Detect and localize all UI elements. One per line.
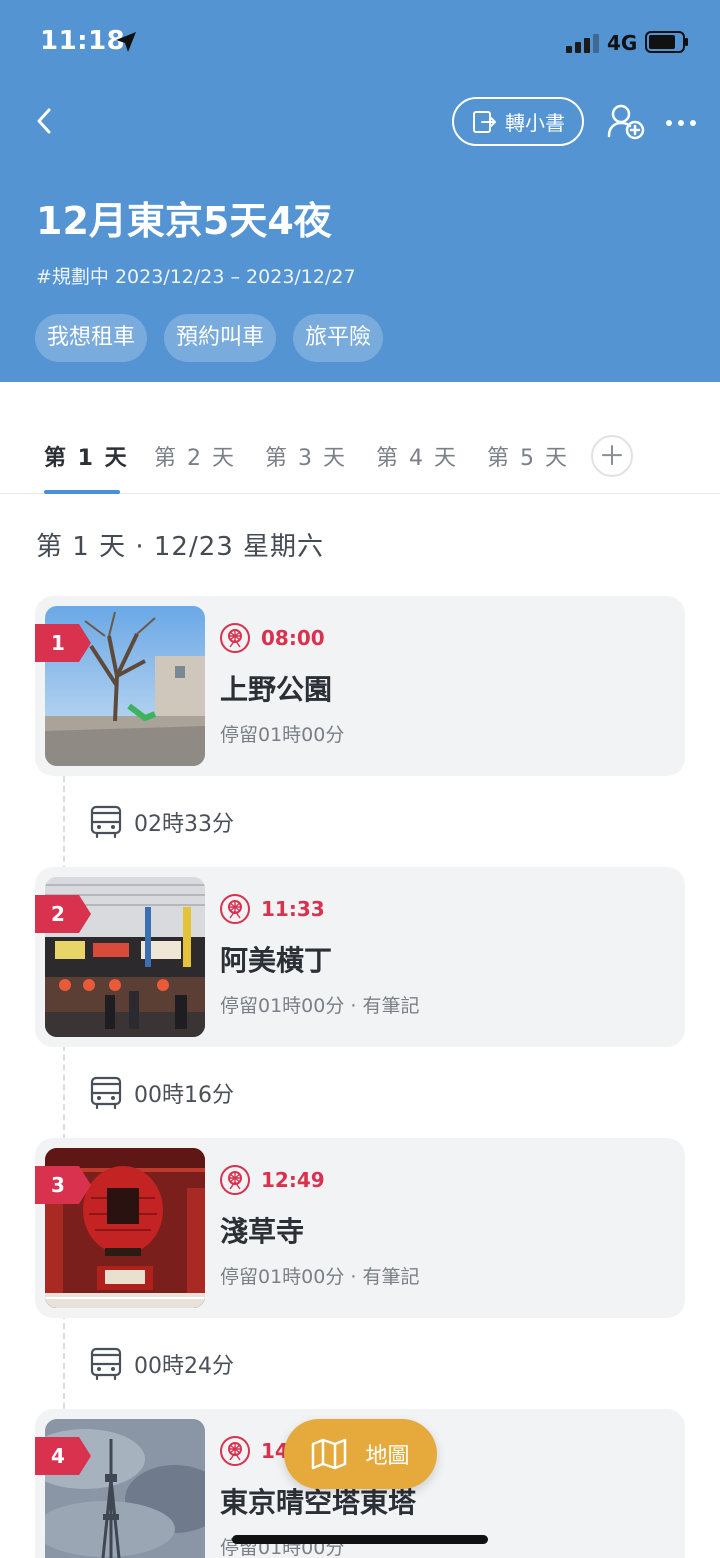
stop-time: 11:33 [261,897,325,921]
chip-book-taxi[interactable]: 預約叫車 [164,314,277,362]
bus-icon [90,805,122,839]
tab-day-5[interactable]: 第 5 天 [487,440,569,472]
day-tabs: 第 1 天 第 2 天 第 3 天 第 4 天 第 5 天 [0,382,720,494]
chip-travel-insurance[interactable]: 旅平險 [293,314,384,362]
stop-time: 12:49 [261,1168,325,1192]
day-heading: 第 1 天 · 12/23 星期六 [36,532,325,562]
stop-name: 上野公園 [220,673,333,706]
stop-time: 08:00 [261,626,325,650]
stop-name: 淺草寺 [220,1215,305,1248]
location-arrow-icon [116,32,136,52]
stop-number: 2 [51,902,65,926]
transit-duration: 00時24分 [134,1354,234,1379]
add-day-icon[interactable] [591,435,633,477]
add-member-icon[interactable] [606,102,646,142]
convert-book-button[interactable]: 轉小書 [452,97,584,146]
stop-number: 4 [51,1444,65,1468]
convert-book-label: 轉小書 [505,111,565,135]
attraction-icon [220,894,250,924]
stop-card[interactable]: 2 11:33 阿美橫丁 停留01時00分 · 有筆記 [35,867,685,1047]
tab-day-3[interactable]: 第 3 天 [265,440,347,472]
home-indicator [232,1535,488,1544]
export-book-icon [473,110,496,133]
map-button-label: 地圖 [365,1444,410,1469]
bus-icon [90,1076,122,1110]
transit-segment[interactable]: 00時16分 [88,1073,234,1113]
attraction-icon [220,623,250,653]
tab-day-4[interactable]: 第 4 天 [376,440,458,472]
service-chips: 我想租車 預約叫車 旅平險 [35,314,384,362]
chip-rent-car[interactable]: 我想租車 [35,314,148,362]
battery-icon [645,31,688,53]
stop-card[interactable]: 1 08:00 上野公園 停留01時00分 [35,596,685,776]
signal-icon [566,33,602,53]
stop-name: 阿美橫丁 [220,944,333,977]
bus-icon [90,1347,122,1381]
back-arrow-icon[interactable] [30,106,60,136]
active-tab-indicator [44,490,120,494]
tab-day-1[interactable]: 第 1 天 [44,440,129,472]
stop-duration: 停留01時00分 · 有筆記 [220,1266,420,1288]
attraction-icon [220,1165,250,1195]
stop-card[interactable]: 3 12:49 淺草寺 停留01時00分 · 有筆記 [35,1138,685,1318]
transit-segment[interactable]: 02時33分 [88,802,234,842]
status-time: 11:18 [40,26,126,56]
more-options-icon[interactable] [664,108,698,138]
trip-title: 12月東京5天4夜 [36,199,332,243]
trip-header: 11:18 4G 轉小書 12月東京5天4夜 #規劃中 2023/12/23 –… [0,0,720,382]
attraction-icon [220,1436,250,1466]
stop-number: 3 [51,1173,65,1197]
transit-segment[interactable]: 00時24分 [88,1344,234,1384]
transit-duration: 00時16分 [134,1083,234,1108]
tab-day-2[interactable]: 第 2 天 [154,440,236,472]
stop-duration: 停留01時00分 [220,724,345,746]
stop-duration: 停留01時00分 · 有筆記 [220,995,420,1017]
map-button[interactable]: 地圖 [284,1419,437,1489]
stop-number: 1 [51,631,65,655]
network-label: 4G [607,31,638,55]
map-icon [312,1438,347,1470]
trip-dates: #規劃中 2023/12/23 – 2023/12/27 [36,266,356,288]
transit-duration: 02時33分 [134,812,234,837]
